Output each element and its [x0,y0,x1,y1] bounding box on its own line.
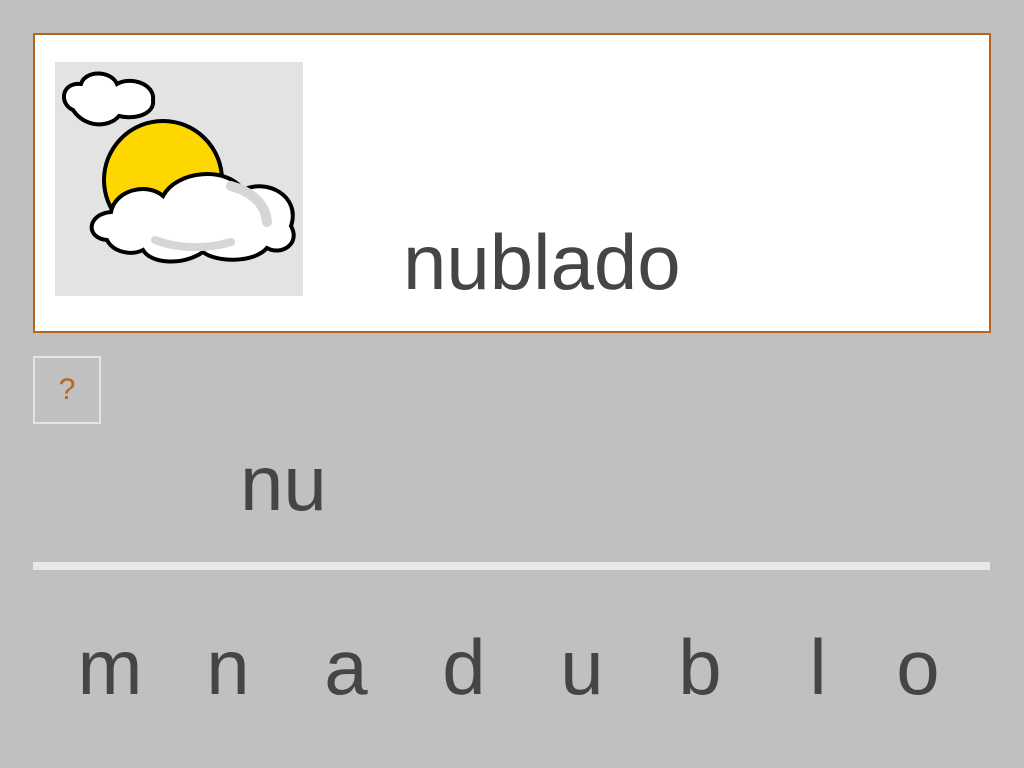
letter-tiles: m n a d u b l o [55,622,975,712]
answer-field: nu [240,439,327,527]
letter-tile-d[interactable]: d [409,622,519,712]
sun-behind-clouds-icon [62,71,296,264]
letter-tile-u[interactable]: u [527,622,637,712]
letter-tile-n[interactable]: n [173,622,283,712]
letter-tile-a[interactable]: a [291,622,401,712]
letter-tile-o[interactable]: o [863,622,973,712]
hint-button[interactable]: ? [33,356,101,424]
word-card: nublado [33,33,991,333]
letter-tile-b[interactable]: b [645,622,755,712]
letter-tile-m[interactable]: m [55,622,165,712]
picture-frame [55,62,303,296]
letter-tile-l[interactable]: l [763,622,873,712]
divider-line [33,562,990,570]
target-word: nublado [403,218,681,306]
